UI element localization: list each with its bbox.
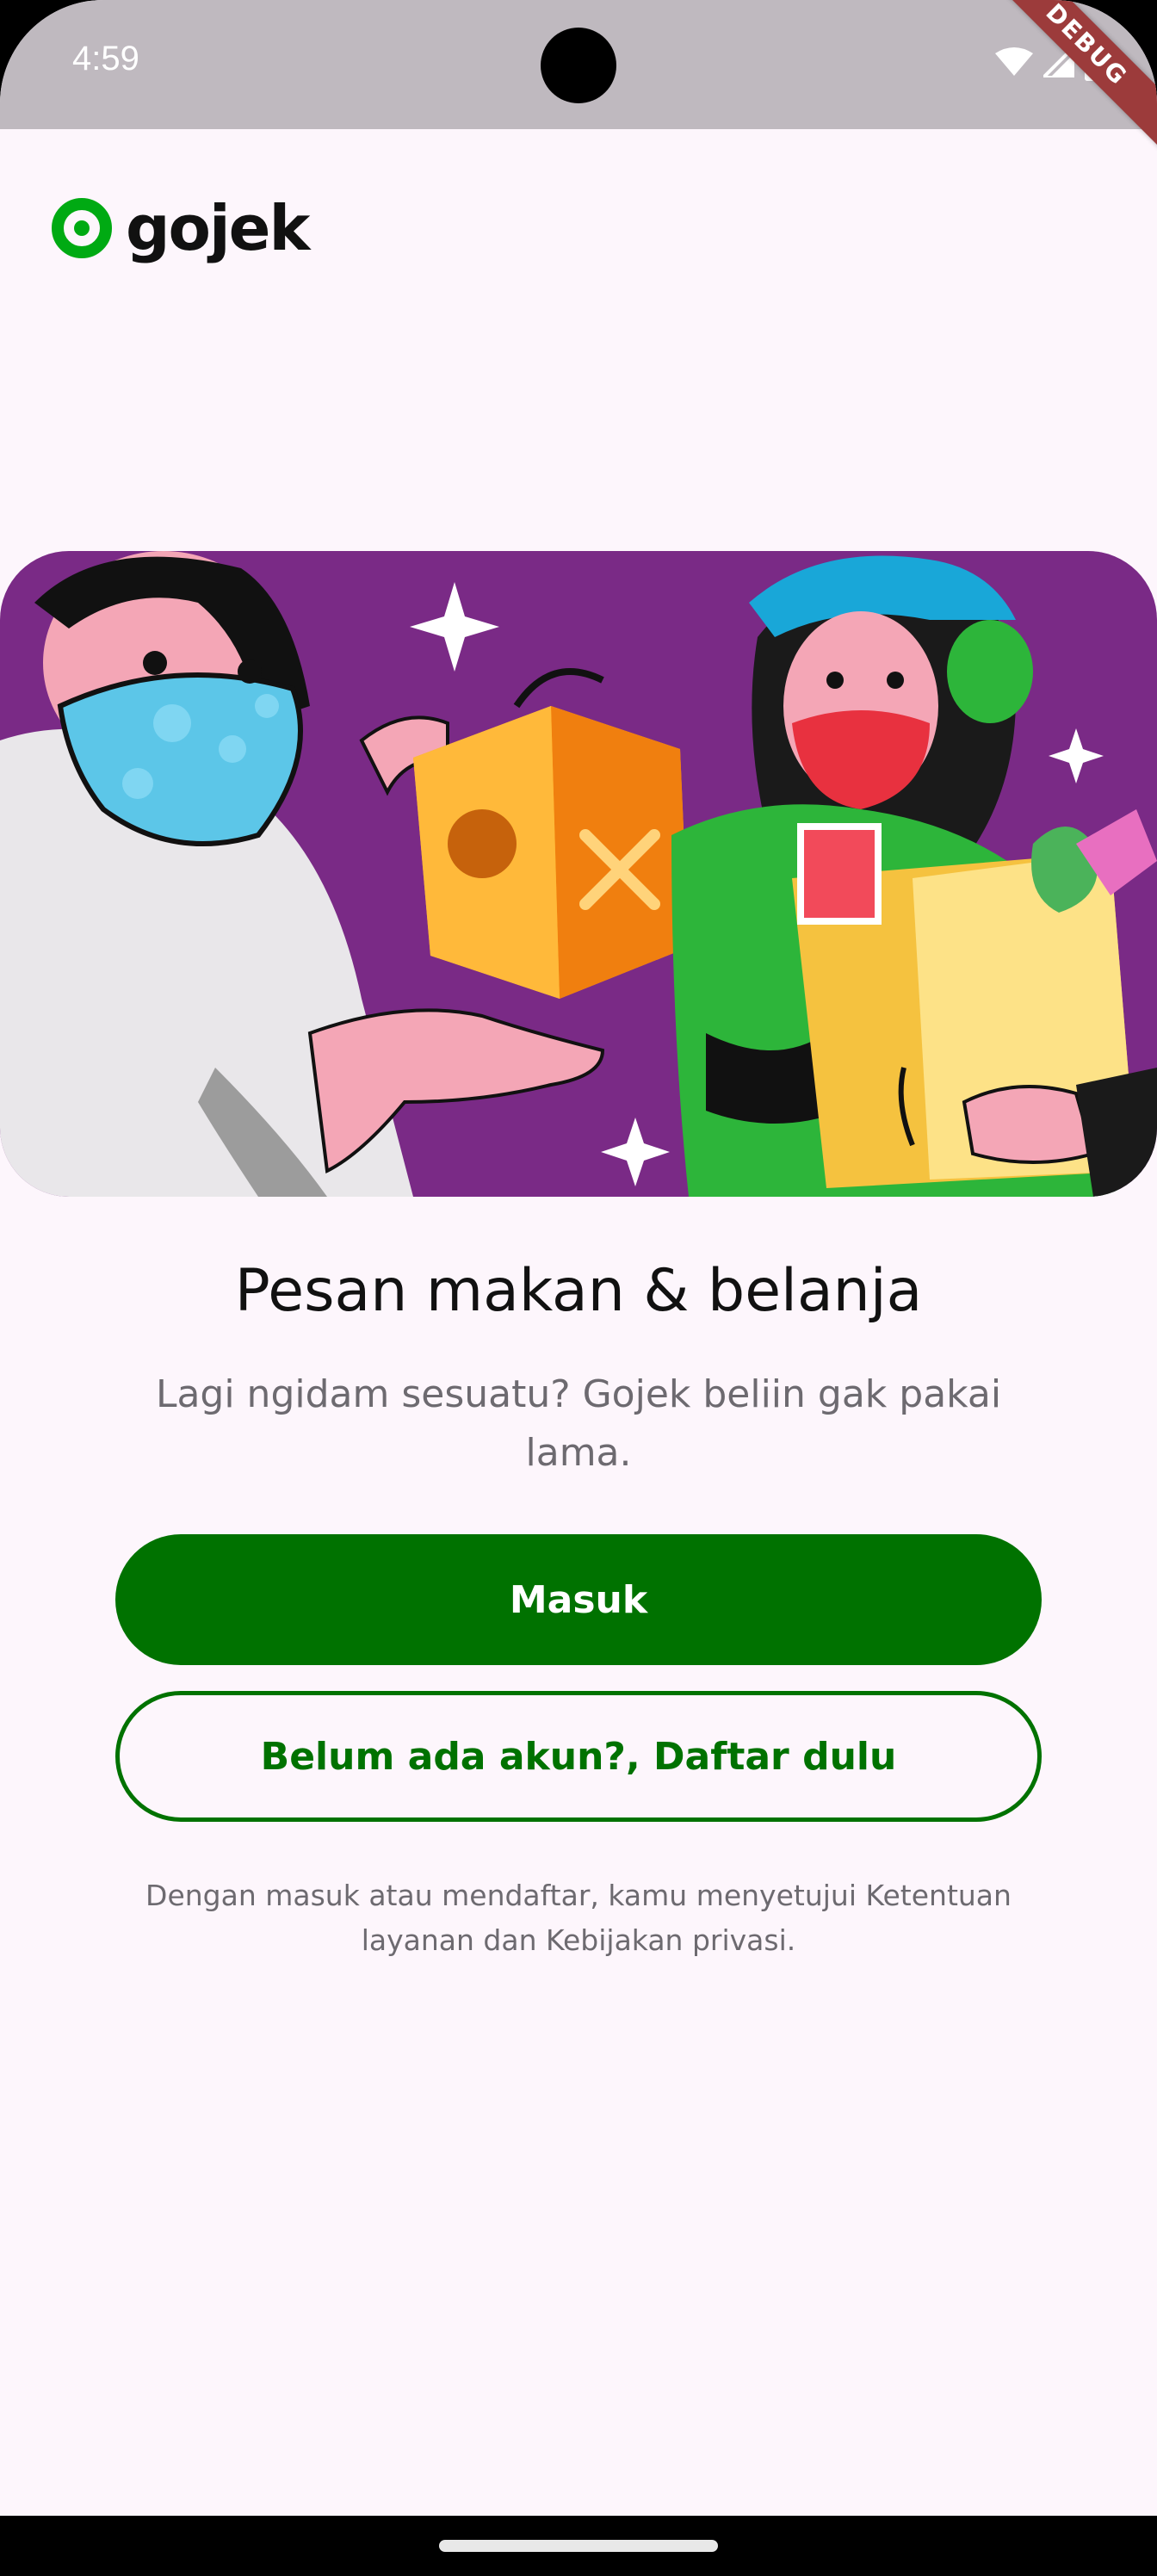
login-button[interactable]: Masuk bbox=[115, 1534, 1042, 1665]
register-button[interactable]: Belum ada akun?, Daftar dulu bbox=[115, 1691, 1042, 1822]
terms-text: Dengan masuk atau mendaftar, kamu menyet… bbox=[145, 1879, 1012, 1957]
gojek-logo: gojek bbox=[50, 192, 310, 264]
status-time: 4:59 bbox=[72, 40, 139, 77]
home-indicator[interactable] bbox=[439, 2540, 718, 2552]
food-and-grocery-delivery-illustration bbox=[0, 551, 1157, 1197]
status-bar: 4:59 DEBUG bbox=[0, 0, 1157, 152]
wifi-icon bbox=[995, 47, 1033, 76]
delivery-illustration bbox=[0, 551, 1157, 1197]
gojek-logo-icon bbox=[52, 198, 112, 258]
onboarding-subtitle: Lagi ngidam sesuatu? Gojek beliin gak pa… bbox=[155, 1372, 1002, 1475]
app-screen: 4:59 DEBUG gojek Pesan makan & belanja L… bbox=[0, 0, 1157, 2576]
onboarding-title: Pesan makan & belanja bbox=[234, 1257, 923, 1325]
logo-text: gojek bbox=[126, 192, 310, 264]
camera-cutout bbox=[541, 28, 616, 103]
